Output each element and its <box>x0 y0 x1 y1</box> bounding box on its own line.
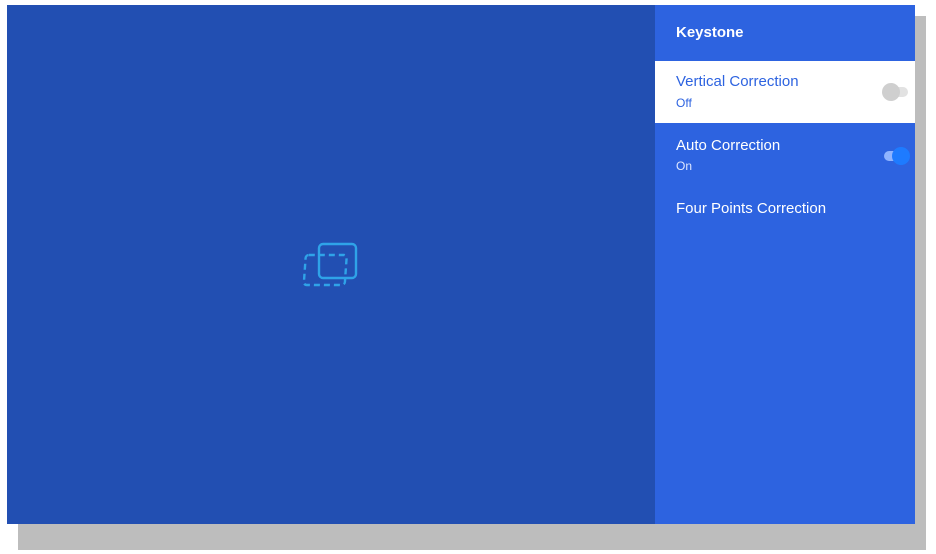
keystone-correction-icon <box>302 242 358 287</box>
menu-item-four-points-correction[interactable]: Four Points Correction <box>655 190 915 230</box>
menu-item-value: On <box>676 159 693 173</box>
auto-correction-toggle[interactable] <box>882 147 910 165</box>
menu-item-value: Off <box>676 96 692 110</box>
projector-screen: Keystone Vertical Correction Off Auto Co… <box>7 5 915 524</box>
vertical-correction-toggle[interactable] <box>882 83 910 101</box>
toggle-thumb <box>892 147 910 165</box>
keystone-preview-area <box>7 5 655 524</box>
keystone-settings-panel: Keystone Vertical Correction Off Auto Co… <box>655 5 915 524</box>
menu-item-label: Vertical Correction <box>676 73 799 90</box>
panel-title: Keystone <box>676 24 744 41</box>
menu-item-vertical-correction[interactable]: Vertical Correction Off <box>655 61 915 123</box>
toggle-thumb <box>882 83 900 101</box>
menu-item-auto-correction[interactable]: Auto Correction On <box>655 125 915 181</box>
menu-item-label: Four Points Correction <box>676 200 827 217</box>
menu-item-label: Auto Correction <box>676 137 781 154</box>
